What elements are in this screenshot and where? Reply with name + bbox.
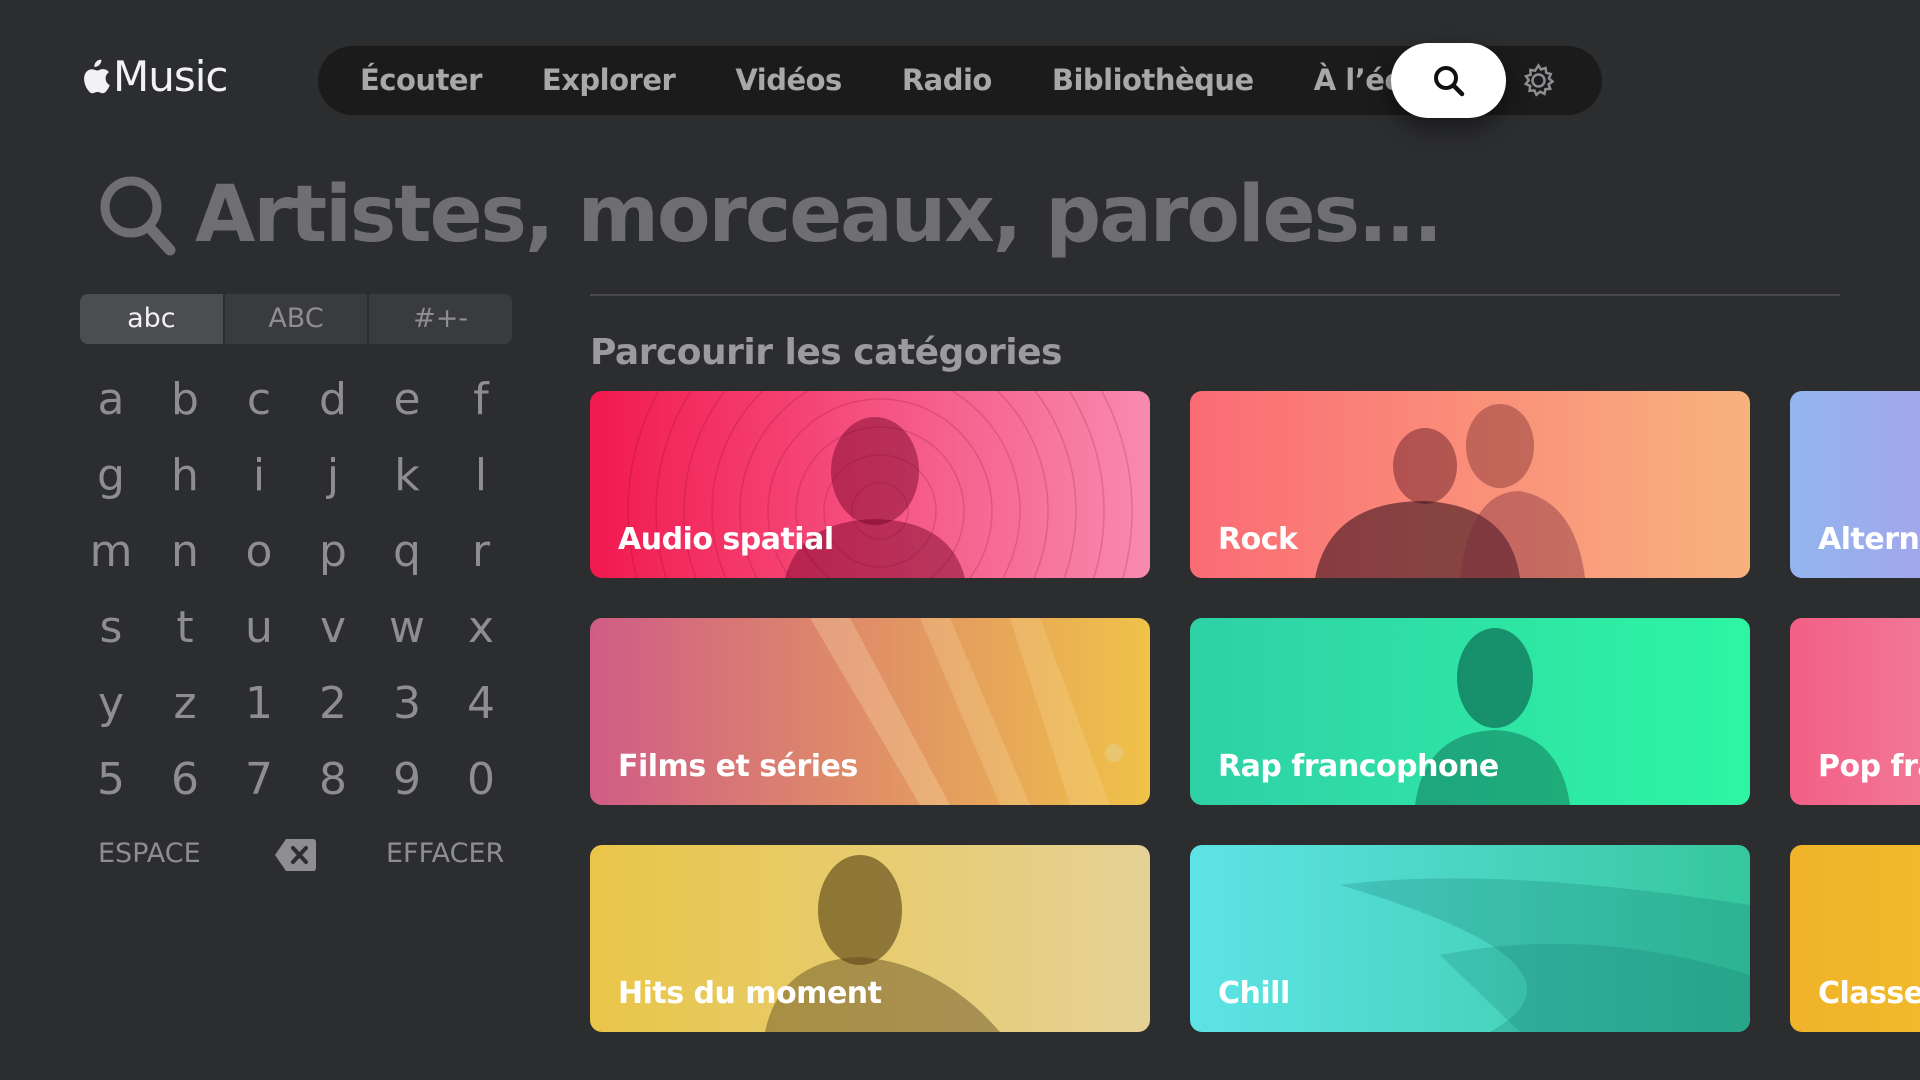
keyboard-key[interactable]: l (444, 446, 518, 522)
category-label: Rap francophone (1218, 749, 1499, 784)
keyboard-key[interactable]: 8 (296, 750, 370, 826)
keyboard-key[interactable]: a (74, 370, 148, 446)
keyboard-mode-lowercase[interactable]: abc (80, 294, 225, 344)
on-screen-keyboard: abcdef ghijkl mnopqr stuvwx yz1234 567890 (74, 370, 518, 826)
keyboard-key[interactable]: 5 (74, 750, 148, 826)
keyboard-key[interactable]: e (370, 370, 444, 446)
keyboard-key[interactable]: 0 (444, 750, 518, 826)
category-tile-classements[interactable]: Classe (1790, 845, 1920, 1032)
search-field[interactable]: Artistes, morceaux, paroles... (97, 170, 1443, 260)
keyboard-key[interactable]: t (148, 598, 222, 674)
tab-library[interactable]: Bibliothèque (1022, 46, 1284, 115)
search-icon (1433, 65, 1464, 96)
tab-videos[interactable]: Vidéos (705, 46, 872, 115)
category-label: Audio spatial (618, 522, 834, 557)
search-input[interactable]: Artistes, morceaux, paroles... (195, 170, 1443, 260)
keyboard-key[interactable]: p (296, 522, 370, 598)
tab-browse[interactable]: Explorer (512, 46, 705, 115)
keyboard-key[interactable]: 7 (222, 750, 296, 826)
keyboard-key[interactable]: k (370, 446, 444, 522)
keyboard-key[interactable]: v (296, 598, 370, 674)
category-tile-alternative[interactable]: Alterna (1790, 391, 1920, 578)
keyboard-mode-symbols[interactable]: #+- (369, 294, 512, 344)
keyboard-key[interactable]: 9 (370, 750, 444, 826)
keyboard-key[interactable]: s (74, 598, 148, 674)
tab-search[interactable] (1391, 43, 1506, 118)
keyboard-key[interactable]: n (148, 522, 222, 598)
backspace-icon (275, 839, 316, 871)
category-label: Films et séries (618, 749, 858, 784)
keyboard-key[interactable]: 3 (370, 674, 444, 750)
keyboard-key[interactable]: u (222, 598, 296, 674)
category-tile-rock[interactable]: Rock (1190, 391, 1750, 578)
keyboard-mode-selector: abc ABC #+- (80, 294, 512, 344)
keyboard-key[interactable]: g (74, 446, 148, 522)
category-label: Rock (1218, 522, 1298, 557)
category-tile-films-series[interactable]: Films et séries (590, 618, 1150, 805)
divider (590, 294, 1840, 296)
category-label: Hits du moment (618, 976, 882, 1011)
keyboard-key[interactable]: r (444, 522, 518, 598)
backspace-key[interactable] (274, 836, 318, 874)
keyboard-mode-uppercase[interactable]: ABC (225, 294, 370, 344)
category-label: Chill (1218, 976, 1290, 1011)
keyboard-key[interactable]: i (222, 446, 296, 522)
keyboard-key[interactable]: c (222, 370, 296, 446)
keyboard-key[interactable]: y (74, 674, 148, 750)
keyboard-key[interactable]: 1 (222, 674, 296, 750)
apple-icon (84, 59, 110, 94)
apple-music-search-screen: Music Écouter Explorer Vidéos Radio Bibl… (0, 0, 1920, 1080)
keyboard-key[interactable]: x (444, 598, 518, 674)
tab-listen-now[interactable]: Écouter (318, 46, 512, 115)
space-key[interactable]: ESPACE (98, 838, 201, 869)
category-tile-hits[interactable]: Hits du moment (590, 845, 1150, 1032)
keyboard-key[interactable]: h (148, 446, 222, 522)
apple-music-logo: Music (79, 56, 228, 98)
keyboard-key[interactable]: m (74, 522, 148, 598)
top-navigation-bar: Écouter Explorer Vidéos Radio Bibliothèq… (318, 43, 1602, 118)
keyboard-key[interactable]: j (296, 446, 370, 522)
clear-key[interactable]: EFFACER (386, 838, 504, 869)
category-tile-pop-francaise[interactable]: Pop fra (1790, 618, 1920, 805)
keyboard-key[interactable]: 6 (148, 750, 222, 826)
keyboard-key[interactable]: w (370, 598, 444, 674)
keyboard-key[interactable]: q (370, 522, 444, 598)
category-label: Classe (1818, 976, 1920, 1011)
search-icon (100, 176, 176, 256)
category-tile-rap-francophone[interactable]: Rap francophone (1190, 618, 1750, 805)
keyboard-key[interactable]: f (444, 370, 518, 446)
keyboard-key[interactable]: 2 (296, 674, 370, 750)
category-label: Pop fra (1818, 749, 1920, 784)
app-title: Music (113, 52, 228, 101)
keyboard-key[interactable]: b (148, 370, 222, 446)
settings-button[interactable] (1520, 62, 1557, 99)
keyboard-key[interactable]: o (222, 522, 296, 598)
section-title: Parcourir les catégories (590, 332, 1062, 373)
gear-icon (1523, 63, 1555, 97)
keyboard-key[interactable]: z (148, 674, 222, 750)
keyboard-key[interactable]: 4 (444, 674, 518, 750)
category-tile-chill[interactable]: Chill (1190, 845, 1750, 1032)
tab-radio[interactable]: Radio (872, 46, 1022, 115)
category-tile-spatial-audio[interactable]: Audio spatial (590, 391, 1150, 578)
category-label: Alterna (1818, 522, 1920, 557)
keyboard-key[interactable]: d (296, 370, 370, 446)
